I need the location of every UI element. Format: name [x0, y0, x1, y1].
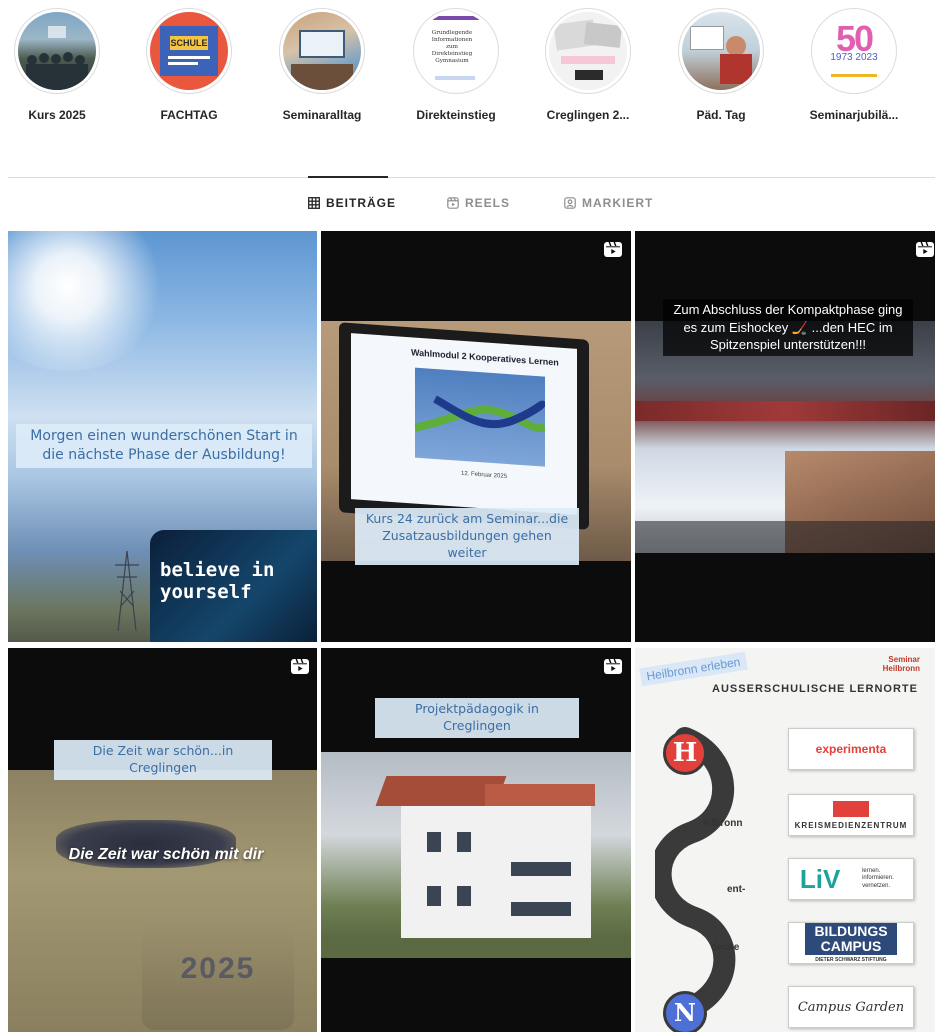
highlight-label: Päd. Tag — [696, 108, 746, 122]
field-photo: Die Zeit war schön mit dir 2025 — [8, 770, 317, 1032]
post-1[interactable]: Morgen einen wunderschönen Start in die … — [8, 231, 317, 642]
believe-text: believe in yourself — [160, 559, 275, 603]
highlight-label: Direkteinstieg — [416, 108, 496, 122]
believe-badge: believe in yourself — [150, 530, 317, 642]
word-decke: decke — [711, 942, 740, 953]
tab-tagged[interactable]: MARKIERT — [564, 196, 653, 210]
post-caption: Kurs 24 zurück am Seminar...die Zusatzau… — [355, 508, 579, 565]
active-tab-indicator — [308, 176, 388, 178]
profile-tabs: BEITRÄGE REELS MARKIERT — [0, 196, 935, 216]
highlight-label: Seminarjubilä... — [809, 108, 899, 122]
screen-display: Wahlmodul 2 Kooperatives Lernen 12. Febr… — [351, 333, 577, 515]
tab-reels[interactable]: REELS — [447, 196, 510, 210]
tagged-icon — [564, 197, 576, 209]
highlight-thumbnail: 50 1973 2023 — [815, 12, 893, 90]
logo-campus-garden: Campus Garden — [788, 986, 914, 1028]
post-caption: Zum Abschluss der Kompaktphase ging es z… — [663, 299, 913, 356]
year-inset: 2025 — [142, 912, 294, 1030]
building-photo — [321, 752, 631, 958]
year-text: 2025 — [180, 952, 256, 985]
arena-photo — [635, 321, 935, 553]
slide-date: 12. Februar 2025 — [461, 470, 508, 481]
post-2[interactable]: Wahlmodul 2 Kooperatives Lernen 12. Febr… — [321, 231, 631, 642]
screen-frame: Wahlmodul 2 Kooperatives Lernen 12. Febr… — [339, 322, 589, 530]
highlight-label: FACHTAG — [160, 108, 218, 122]
reel-icon — [604, 659, 622, 674]
grid-icon — [308, 197, 320, 209]
post-caption: Morgen einen wunderschönen Start in die … — [16, 424, 312, 468]
highlight-creglingen[interactable]: Creglingen 2... — [538, 8, 638, 122]
tab-reels-label: REELS — [465, 196, 511, 210]
tab-posts-label: BEITRÄGE — [326, 196, 397, 210]
post-caption: Die Zeit war schön...in Creglingen — [54, 740, 272, 780]
seminar-corner-logo: Seminar Heilbronn — [882, 655, 920, 673]
reel-icon — [604, 242, 622, 257]
reels-icon — [447, 197, 459, 209]
highlight-label: Kurs 2025 — [28, 108, 86, 122]
post-caption: Projektpädagogik in Creglingen — [375, 698, 579, 738]
post-3[interactable]: Zum Abschluss der Kompaktphase ging es z… — [635, 231, 935, 642]
building — [375, 776, 595, 942]
logo-bildungscampus: BILDUNGS CAMPUS DIETER SCHWARZ STIFTUNG — [788, 922, 914, 964]
word-ent: ent- — [727, 884, 746, 895]
letter-n-circle: N — [663, 991, 707, 1032]
post-4[interactable]: Die Zeit war schön mit dir 2025 Die Zeit… — [8, 648, 317, 1032]
highlight-seminaralltag[interactable]: Seminaralltag — [272, 8, 372, 122]
logo-liv: LiV lernen. informieren. vernetzen. — [788, 858, 914, 900]
tabs-divider — [8, 177, 935, 178]
tab-posts[interactable]: BEITRÄGE — [308, 196, 396, 210]
highlight-thumbnail — [549, 12, 627, 90]
story-highlights: Kurs 2025 SCHULE FACHTAG Seminaralltag G… — [0, 0, 935, 130]
highlight-thumbnail — [283, 12, 361, 90]
highlight-fachtag[interactable]: SCHULE FACHTAG — [139, 8, 239, 122]
highlight-seminarjubilaeum[interactable]: 50 1973 2023 Seminarjubilä... — [804, 8, 904, 122]
highlight-direkteinstieg[interactable]: Grundlegende Informationen zum Direktein… — [406, 8, 506, 122]
knot-image — [414, 367, 548, 467]
highlight-label: Creglingen 2... — [546, 108, 630, 122]
highlight-thumbnail: Grundlegende Informationen zum Direktein… — [417, 12, 495, 90]
tab-tagged-label: MARKIERT — [582, 196, 654, 210]
post-5[interactable]: Projektpädagogik in Creglingen — [321, 648, 631, 1032]
reel-icon — [291, 659, 309, 674]
highlight-thumbnail — [18, 12, 96, 90]
reel-icon — [916, 242, 934, 257]
sun-glow — [8, 231, 168, 371]
post-6[interactable]: H N eilbronn ent- decke — [635, 648, 935, 1032]
letter-h-circle: H — [663, 731, 707, 775]
logo-kreismedienzentrum: KREISMEDIENZENTRUM — [788, 794, 914, 836]
power-pylon-icon — [115, 551, 139, 631]
overlay-text: Die Zeit war schön mit dir — [68, 846, 264, 863]
highlight-thumbnail: SCHULE — [150, 12, 228, 90]
highlight-kurs-2025[interactable]: Kurs 2025 — [7, 8, 107, 122]
highlight-thumbnail — [682, 12, 760, 90]
slide-title: Wahlmodul 2 Kooperatives Lernen — [411, 347, 559, 368]
word-eilbronn: eilbronn — [703, 818, 743, 829]
logo-experimenta: experimenta — [788, 728, 914, 770]
highlight-label: Seminaralltag — [282, 108, 362, 122]
infographic-title: AUSSERSCHULISCHE LERNORTE — [712, 683, 918, 695]
highlight-paed-tag[interactable]: Päd. Tag — [671, 8, 771, 122]
